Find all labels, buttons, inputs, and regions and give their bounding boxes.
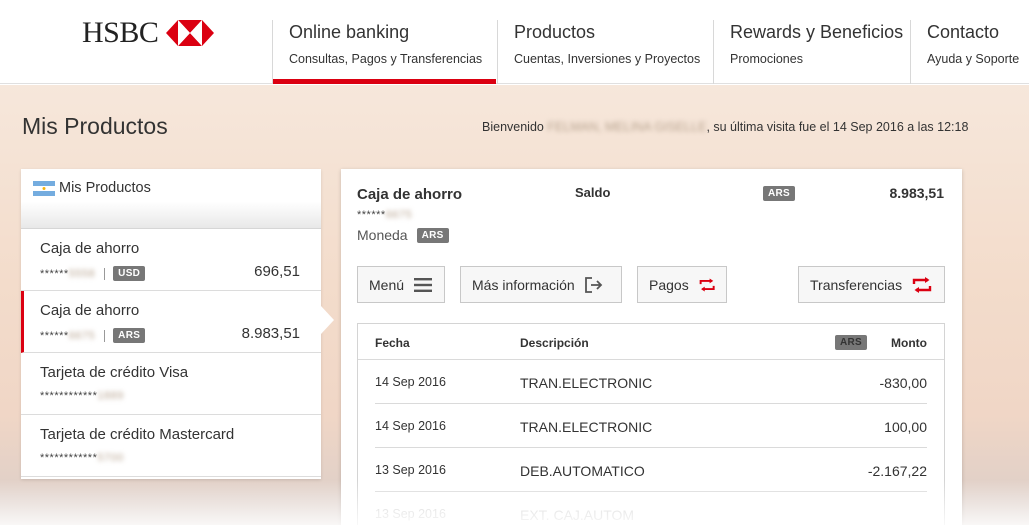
welcome-user-name: FELMAN, MELINA GISELLE bbox=[547, 120, 707, 134]
cell-descripcion: EXT. CAJ.AUTOM bbox=[520, 507, 635, 523]
product-item-selected[interactable]: Caja de ahorro ****** 6675 ARS 8.983,51 bbox=[21, 291, 321, 353]
currency-badge: ARS bbox=[416, 227, 449, 243]
column-header-fecha[interactable]: Fecha bbox=[375, 336, 410, 350]
transferencias-label: Transferencias bbox=[810, 276, 903, 293]
nav-subtitle: Ayuda y Soporte bbox=[927, 52, 1020, 66]
product-balance: 696,51 bbox=[254, 263, 300, 280]
sidebar-header: Mis Productos bbox=[21, 169, 321, 229]
nav-title: Online banking bbox=[289, 22, 410, 42]
cell-monto: 100,00 bbox=[884, 419, 927, 435]
product-last-digits: 5700 bbox=[97, 452, 124, 464]
welcome-last-visit: , su última visita fue el 14 Sep 2016 a … bbox=[706, 120, 969, 134]
product-number: ************ 1889 bbox=[40, 390, 124, 402]
page-title: Mis Productos bbox=[22, 113, 168, 139]
nav-contacto[interactable]: Contacto Ayuda y Soporte bbox=[910, 20, 1029, 84]
cell-fecha: 14 Sep 2016 bbox=[375, 419, 446, 433]
product-last-digits: 5558 bbox=[68, 267, 96, 280]
product-item[interactable]: Caja de ahorro ****** 5558 USD 696,51 bbox=[21, 229, 321, 291]
account-last-digits: 6675 bbox=[385, 209, 413, 221]
nav-title: Contacto bbox=[927, 22, 1000, 42]
cell-monto: -2.167,22 bbox=[867, 463, 927, 479]
moneda-label: Moneda bbox=[357, 227, 408, 243]
menu-button[interactable]: Menú bbox=[357, 266, 445, 303]
nav-rewards[interactable]: Rewards y Beneficios Promociones bbox=[713, 20, 910, 84]
cell-fecha: 13 Sep 2016 bbox=[375, 463, 446, 477]
products-sidebar: Mis Productos Caja de ahorro ****** 5558 … bbox=[21, 169, 321, 479]
product-masked-digits: ****** bbox=[40, 329, 69, 342]
currency-badge: ARS bbox=[834, 335, 867, 350]
account-currency: Moneda ARS bbox=[357, 227, 449, 243]
selection-pointer bbox=[321, 306, 334, 334]
table-row[interactable]: 14 Sep 2016 TRAN.ELECTRONIC -830,00 bbox=[375, 360, 927, 404]
product-name: Caja de ahorro bbox=[40, 302, 140, 319]
cell-fecha: 14 Sep 2016 bbox=[375, 375, 446, 389]
account-number: ******6675 bbox=[357, 209, 412, 221]
currency-badge: USD bbox=[113, 266, 146, 281]
pagos-button[interactable]: Pagos bbox=[637, 266, 727, 303]
argentina-flag-icon bbox=[33, 181, 55, 196]
column-header-descripcion[interactable]: Descripción bbox=[520, 336, 589, 350]
separator bbox=[104, 267, 106, 280]
more-info-button[interactable]: Más información bbox=[460, 266, 622, 303]
column-header-monto[interactable]: Monto bbox=[891, 336, 927, 350]
product-last-digits: 6675 bbox=[68, 329, 96, 342]
table-row[interactable]: 14 Sep 2016 TRAN.ELECTRONIC 100,00 bbox=[375, 404, 927, 448]
product-number: ****** 5558 USD bbox=[40, 266, 146, 281]
more-info-label: Más información bbox=[472, 276, 575, 293]
nav-subtitle: Promociones bbox=[730, 52, 803, 66]
product-balance: 8.983,51 bbox=[241, 325, 300, 342]
account-name: Caja de ahorro bbox=[357, 186, 463, 203]
hsbc-logo[interactable]: HSBC bbox=[82, 16, 215, 50]
table-header: Fecha Descripción ARS Monto bbox=[358, 324, 944, 360]
cell-monto: -830,00 bbox=[879, 375, 927, 391]
transfer-arrows-icon bbox=[699, 277, 715, 292]
product-number: ************ 5700 bbox=[40, 452, 124, 464]
nav-subtitle: Consultas, Pagos y Transferencias bbox=[289, 52, 483, 66]
welcome-message: Bienvenido FELMAN, MELINA GISELLE, su úl… bbox=[482, 120, 968, 134]
sidebar-title: Mis Productos bbox=[59, 180, 151, 196]
product-masked-digits: ****** bbox=[40, 267, 69, 280]
product-masked-digits: ************ bbox=[40, 452, 98, 464]
menu-button-label: Menú bbox=[369, 276, 405, 293]
product-masked-digits: ************ bbox=[40, 390, 98, 402]
saldo-amount: 8.983,51 bbox=[889, 185, 945, 201]
nav-online-banking[interactable]: Online banking Consultas, Pagos y Transf… bbox=[272, 20, 496, 84]
account-detail-panel: Caja de ahorro ******6675 Moneda ARS Sal… bbox=[341, 169, 962, 525]
hexagon-logo-icon bbox=[166, 20, 215, 46]
product-name: Tarjeta de crédito Visa bbox=[40, 364, 189, 381]
saldo-label: Saldo bbox=[575, 185, 611, 200]
product-name: Caja de ahorro bbox=[40, 240, 140, 257]
transfer-arrows-icon bbox=[912, 276, 932, 293]
exit-arrow-icon bbox=[584, 276, 602, 293]
cell-descripcion: TRAN.ELECTRONIC bbox=[520, 419, 653, 435]
saldo-currency-badge: ARS bbox=[763, 186, 796, 201]
nav-productos[interactable]: Productos Cuentas, Inversiones y Proyect… bbox=[497, 20, 713, 84]
nav-title: Productos bbox=[514, 22, 596, 42]
currency-badge: ARS bbox=[113, 328, 146, 343]
product-number: ****** 6675 ARS bbox=[40, 328, 146, 343]
hamburger-icon bbox=[414, 277, 433, 292]
transactions-table: Fecha Descripción ARS Monto 14 Sep 2016 … bbox=[357, 323, 945, 525]
top-header: HSBC Online banking Consultas, Pagos y T… bbox=[0, 0, 1029, 84]
nav-subtitle: Cuentas, Inversiones y Proyectos bbox=[514, 52, 701, 66]
cell-descripcion: TRAN.ELECTRONIC bbox=[520, 375, 653, 391]
nav-title: Rewards y Beneficios bbox=[730, 22, 904, 42]
transferencias-button[interactable]: Transferencias bbox=[798, 266, 945, 303]
product-item[interactable]: Tarjeta de crédito Visa ************ 1889 bbox=[21, 353, 321, 415]
product-last-digits: 1889 bbox=[97, 390, 124, 402]
cell-fecha: 13 Sep 2016 bbox=[375, 507, 446, 521]
welcome-prefix: Bienvenido bbox=[482, 120, 544, 134]
product-name: Tarjeta de crédito Mastercard bbox=[40, 426, 235, 443]
product-item[interactable]: Tarjeta de crédito Mastercard **********… bbox=[21, 415, 321, 477]
pagos-label: Pagos bbox=[649, 276, 689, 293]
cell-descripcion: DEB.AUTOMATICO bbox=[520, 463, 645, 479]
table-row[interactable]: 13 Sep 2016 DEB.AUTOMATICO -2.167,22 bbox=[375, 448, 927, 492]
table-row[interactable]: 13 Sep 2016 EXT. CAJ.AUTOM bbox=[375, 492, 927, 525]
logo-wordmark: HSBC bbox=[82, 16, 159, 49]
separator bbox=[104, 329, 106, 342]
account-masked-digits: ****** bbox=[357, 209, 386, 221]
